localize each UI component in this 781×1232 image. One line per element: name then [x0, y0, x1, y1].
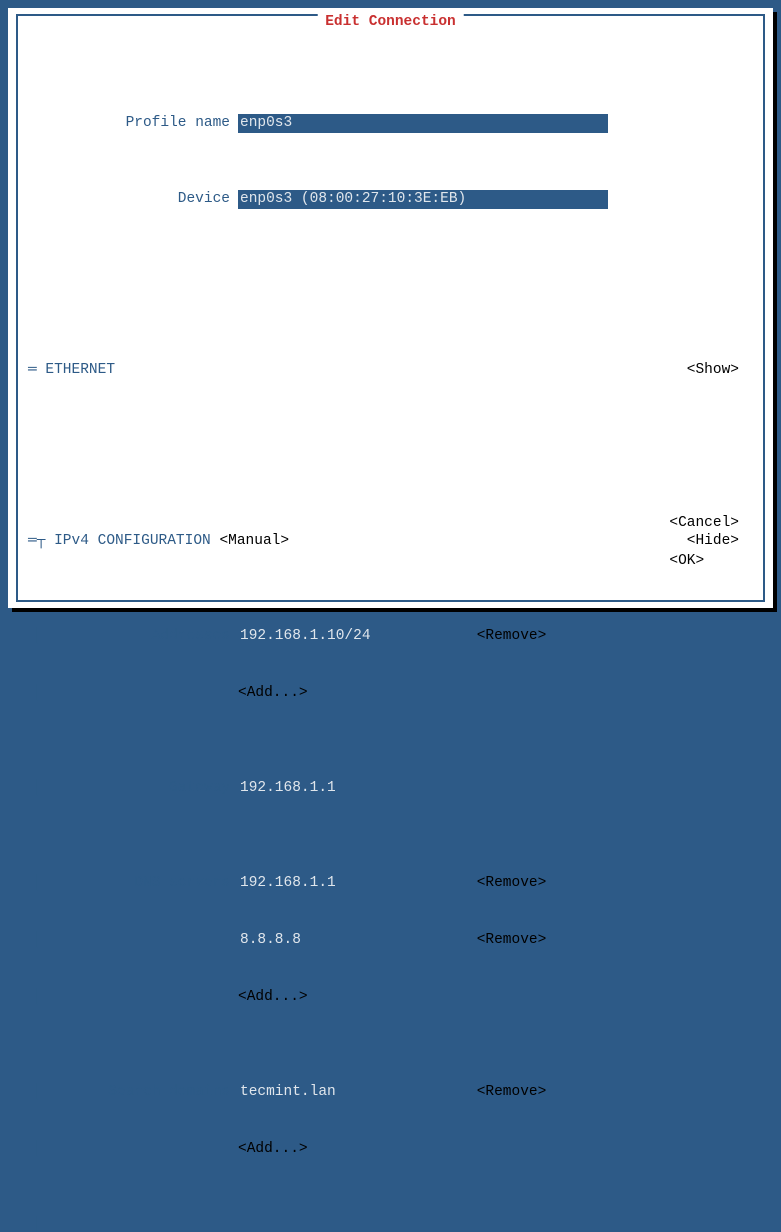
ethernet-show-button[interactable]: <Show>: [687, 361, 739, 380]
vbar-icon: │: [28, 1140, 46, 1159]
tee-top-icon: ┬: [37, 532, 46, 551]
ethernet-header: ETHERNET: [45, 361, 115, 380]
dns-add-button[interactable]: <Add...>: [238, 988, 308, 1007]
vbar-icon: │: [28, 684, 46, 703]
dialog-content: Profile name enp0s3 Device enp0s3 (08:00…: [28, 38, 753, 590]
addresses-label: Addresses: [46, 627, 238, 646]
dialog-window: Edit Connection Profile name enp0s3 Devi…: [8, 8, 773, 608]
dns-input-0[interactable]: 192.168.1.1: [238, 874, 468, 893]
ipv4-mode-select[interactable]: <Manual>: [219, 532, 289, 551]
address-input-0[interactable]: 192.168.1.10/24: [238, 627, 468, 646]
dns-label: DNS servers: [46, 874, 238, 893]
search-input-0[interactable]: tecmint.lan: [238, 1083, 468, 1102]
search-label: Search domains: [46, 1083, 238, 1102]
section-marker-icon: ═: [28, 361, 37, 380]
vbar-icon: │: [28, 1083, 46, 1102]
device-input[interactable]: enp0s3 (08:00:27:10:3E:EB): [238, 190, 608, 209]
section-marker-icon: ═: [28, 532, 37, 551]
vbar-icon: │: [28, 1216, 46, 1232]
gateway-input[interactable]: 192.168.1.1: [238, 779, 468, 798]
dns-remove-button-1[interactable]: <Remove>: [477, 931, 547, 950]
cancel-button[interactable]: <Cancel>: [669, 515, 739, 531]
device-label: Device: [28, 190, 238, 209]
vbar-icon: │: [28, 988, 46, 1007]
dialog-title: Edit Connection: [317, 14, 464, 30]
search-add-button[interactable]: <Add...>: [238, 1140, 308, 1159]
vbar-icon: │: [28, 779, 46, 798]
vbar-icon: │: [28, 874, 46, 893]
dns-input-1[interactable]: 8.8.8.8: [238, 931, 468, 950]
ipv4-header: IPv4 CONFIGURATION: [54, 532, 211, 551]
profile-name-input[interactable]: enp0s3: [238, 114, 608, 133]
profile-name-label: Profile name: [28, 114, 238, 133]
dns-remove-button-0[interactable]: <Remove>: [477, 874, 547, 893]
vbar-icon: │: [28, 627, 46, 646]
ok-button[interactable]: <OK>: [669, 553, 704, 569]
dialog-border: Edit Connection Profile name enp0s3 Devi…: [16, 14, 765, 602]
search-remove-button-0[interactable]: <Remove>: [477, 1083, 547, 1102]
gateway-label: Gateway: [46, 779, 238, 798]
address-add-button[interactable]: <Add...>: [238, 684, 308, 703]
vbar-icon: │: [28, 931, 46, 950]
address-remove-button-0[interactable]: <Remove>: [477, 627, 547, 646]
